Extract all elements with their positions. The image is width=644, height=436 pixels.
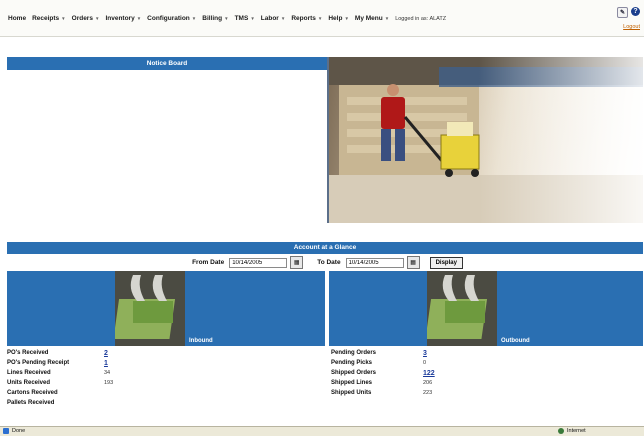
status-zone: Internet bbox=[558, 428, 586, 434]
shipped-orders-link[interactable]: 122 bbox=[423, 370, 435, 377]
caret-down-icon: ▼ bbox=[344, 16, 349, 21]
glance-header: Account at a Glance bbox=[7, 242, 643, 254]
menu-item-label: Help bbox=[328, 15, 343, 22]
caret-down-icon: ▼ bbox=[191, 16, 197, 21]
pos-pending-link[interactable]: 1 bbox=[104, 360, 108, 367]
stat-label: Cartons Received bbox=[7, 390, 58, 396]
menu-item-label: Inventory bbox=[105, 15, 135, 22]
main-menu: Home Receipts ▼ Orders ▼ Inventory ▼ Config… bbox=[8, 15, 446, 22]
to-date-label: To Date bbox=[317, 259, 341, 266]
stat-row: Cartons Received bbox=[7, 388, 207, 398]
menu-item-label: TMS bbox=[234, 15, 249, 22]
stat-label: Shipped Lines bbox=[331, 380, 373, 386]
page-icon bbox=[3, 428, 9, 434]
stat-value: 206 bbox=[423, 380, 433, 386]
menu-item-labor[interactable]: Labor ▼ bbox=[261, 15, 286, 22]
globe-icon bbox=[558, 428, 564, 434]
menu-item-label: Receipts bbox=[32, 15, 60, 22]
status-done: Done bbox=[3, 428, 25, 434]
outbound-panel: Outbound bbox=[329, 271, 643, 346]
stat-value: 193 bbox=[104, 380, 114, 386]
stat-label: Units Received bbox=[7, 380, 51, 386]
stat-label: Lines Received bbox=[7, 370, 51, 376]
display-button[interactable]: Display bbox=[429, 256, 463, 269]
stat-row: Pallets Received bbox=[7, 398, 207, 408]
stat-row: Lines Received 34 bbox=[7, 368, 207, 378]
stat-label: Shipped Orders bbox=[331, 370, 377, 376]
caret-down-icon: ▼ bbox=[94, 16, 100, 21]
stat-row: Shipped Units 223 bbox=[331, 388, 531, 398]
menu-item-reports[interactable]: Reports ▼ bbox=[291, 15, 322, 22]
menu-item-label: Labor bbox=[260, 15, 279, 22]
glance-title: Account at a Glance bbox=[7, 242, 643, 254]
menu-item-orders[interactable]: Orders ▼ bbox=[72, 15, 100, 22]
caret-down-icon: ▼ bbox=[384, 16, 390, 21]
document-icon[interactable]: ✎ bbox=[617, 7, 628, 18]
stat-label: PO's Received bbox=[7, 350, 49, 356]
outbound-caption: Outbound bbox=[501, 338, 530, 344]
stat-label: Pending Orders bbox=[331, 350, 377, 356]
stat-value: 223 bbox=[423, 390, 433, 396]
stat-row: Pending Orders 3 bbox=[331, 348, 531, 358]
caret-down-icon: ▼ bbox=[317, 16, 323, 21]
caret-down-icon: ▼ bbox=[224, 16, 229, 21]
zone-text: Internet bbox=[567, 428, 586, 434]
menu-item-label: Reports bbox=[291, 15, 316, 22]
menu-item-label: Billing bbox=[202, 15, 223, 22]
menu-item-inventory[interactable]: Inventory ▼ bbox=[105, 15, 141, 22]
stat-row: Shipped Lines 206 bbox=[331, 378, 531, 388]
menu-bar: Home Receipts ▼ Orders ▼ Inventory ▼ Config… bbox=[0, 0, 644, 37]
stat-value: 34 bbox=[104, 370, 111, 376]
stat-row: Pending Picks 0 bbox=[331, 358, 531, 368]
logged-in-user: Logged in as: ALATZ bbox=[395, 15, 447, 22]
caret-down-icon: ▼ bbox=[280, 16, 286, 21]
from-date-label: From Date bbox=[192, 259, 225, 266]
from-date-input[interactable] bbox=[229, 257, 288, 268]
menu-item-receipts[interactable]: Receipts ▼ bbox=[32, 15, 66, 22]
date-filter-row: From Date ▦ To Date ▦ Display bbox=[7, 255, 643, 270]
pending-orders-link[interactable]: 3 bbox=[423, 350, 427, 357]
warehouse-photo bbox=[329, 57, 643, 223]
menu-item-tms[interactable]: TMS ▼ bbox=[235, 15, 255, 22]
inbound-panel: Inbound bbox=[7, 271, 325, 346]
status-text: Done bbox=[12, 428, 26, 434]
binder-clip-image bbox=[425, 271, 497, 346]
notice-board: Notice Board bbox=[7, 57, 327, 222]
corner-icons: ✎ ? bbox=[617, 7, 640, 18]
stat-label: PO's Pending Receipt bbox=[7, 360, 70, 366]
stat-row: Shipped Orders 122 bbox=[331, 368, 531, 378]
inbound-caption: Inbound bbox=[189, 338, 213, 344]
stat-row: Units Received 193 bbox=[7, 378, 207, 388]
help-icon[interactable]: ? bbox=[631, 7, 640, 16]
calendar-icon[interactable]: ▦ bbox=[406, 256, 420, 269]
menu-item-label: My Menu bbox=[354, 15, 383, 22]
notice-board-title: Notice Board bbox=[7, 57, 327, 70]
warehouse-photo-art bbox=[329, 57, 643, 223]
logout-link[interactable]: Logout bbox=[623, 24, 640, 30]
stat-value: 0 bbox=[423, 360, 427, 366]
calendar-icon[interactable]: ▦ bbox=[290, 256, 304, 269]
stat-label: Shipped Units bbox=[331, 390, 372, 396]
stat-row: PO's Pending Receipt 1 bbox=[7, 358, 207, 368]
menu-item-label: Home bbox=[8, 15, 27, 22]
caret-down-icon: ▼ bbox=[61, 16, 66, 21]
menu-item-configuration[interactable]: Configuration ▼ bbox=[147, 15, 196, 22]
menu-item-label: Orders bbox=[71, 15, 93, 22]
outbound-stats: Pending Orders 3 Pending Picks 0 Shipped O… bbox=[331, 348, 531, 398]
caret-down-icon: ▼ bbox=[136, 16, 142, 21]
menu-item-help[interactable]: Help ▼ bbox=[328, 15, 349, 22]
stat-row: PO's Received 2 bbox=[7, 348, 207, 358]
menu-item-home[interactable]: Home bbox=[8, 15, 26, 22]
menu-item-my-menu[interactable]: My Menu ▼ bbox=[355, 15, 389, 22]
to-date-input[interactable] bbox=[345, 257, 404, 268]
binder-clip-image bbox=[113, 271, 185, 346]
menu-item-billing[interactable]: Billing ▼ bbox=[202, 15, 228, 22]
stat-label: Pending Picks bbox=[331, 360, 373, 366]
stat-label: Pallets Received bbox=[7, 400, 55, 406]
pos-received-link[interactable]: 2 bbox=[104, 350, 108, 357]
inbound-stats: PO's Received 2 PO's Pending Receipt 1 Lin… bbox=[7, 348, 207, 408]
caret-down-icon: ▼ bbox=[250, 16, 255, 21]
menu-item-label: Configuration bbox=[147, 15, 190, 22]
